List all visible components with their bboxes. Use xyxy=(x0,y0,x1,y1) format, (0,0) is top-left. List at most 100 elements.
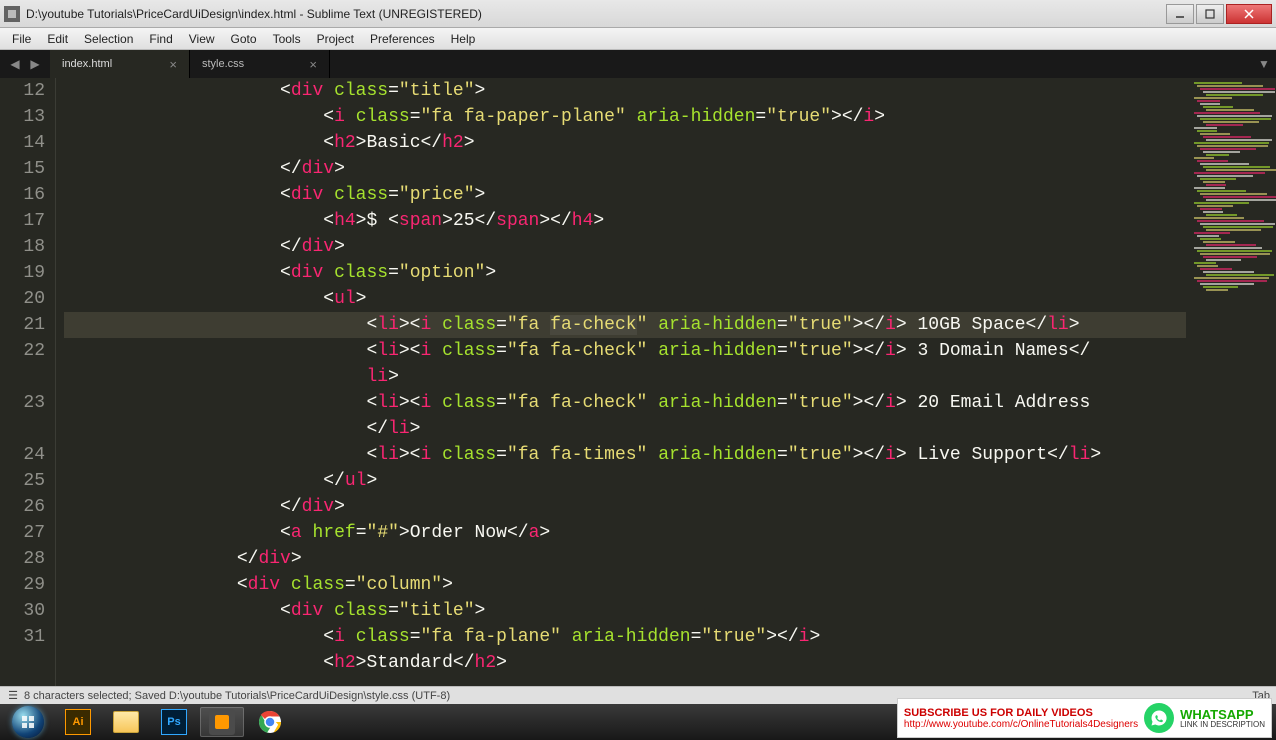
line-number: 22 xyxy=(0,338,45,364)
code-line: <div class="price"> xyxy=(64,182,1186,208)
line-number: 15 xyxy=(0,156,45,182)
minimap-line xyxy=(1206,244,1256,246)
code-line: <li><i class="fa fa-check" aria-hidden="… xyxy=(64,312,1186,338)
code-line: <a href="#">Order Now</a> xyxy=(64,520,1186,546)
minimap-line xyxy=(1194,97,1232,99)
code-line: <h4>$ <span>25</span></h4> xyxy=(64,208,1186,234)
minimap-line xyxy=(1194,157,1214,159)
minimap-line xyxy=(1200,238,1221,240)
minimap-line xyxy=(1206,124,1243,126)
line-number xyxy=(0,650,45,676)
minimap-line xyxy=(1194,217,1244,219)
tab-close-icon[interactable]: × xyxy=(289,57,317,72)
tab-label: style.css xyxy=(202,58,244,70)
menu-project[interactable]: Project xyxy=(309,30,362,48)
minimap-line xyxy=(1200,178,1236,180)
nav-forward-icon[interactable]: ▶ xyxy=(26,55,44,73)
taskbar-app-photoshop[interactable]: Ps xyxy=(152,707,196,737)
code-line: <div class="title"> xyxy=(64,598,1186,624)
tab-index-html[interactable]: index.html × xyxy=(50,50,190,78)
tab-overflow-icon[interactable]: ▼ xyxy=(1252,50,1276,78)
line-number: 17 xyxy=(0,208,45,234)
minimap-line xyxy=(1197,145,1268,147)
menu-selection[interactable]: Selection xyxy=(76,30,141,48)
menu-edit[interactable]: Edit xyxy=(39,30,76,48)
menu-goto[interactable]: Goto xyxy=(223,30,265,48)
line-number: 12 xyxy=(0,78,45,104)
status-icon: ☰ xyxy=(6,689,20,703)
minimap-line xyxy=(1203,226,1273,228)
line-number xyxy=(0,364,45,390)
close-button[interactable] xyxy=(1226,4,1272,24)
minimap-line xyxy=(1200,148,1256,150)
whatsapp-sub: LINK IN DESCRIPTION xyxy=(1180,721,1265,729)
menu-view[interactable]: View xyxy=(181,30,223,48)
whatsapp-title: WHATSAPP xyxy=(1180,708,1265,721)
promo-url: http://www.youtube.com/c/OnlineTutorials… xyxy=(904,719,1138,730)
line-number: 13 xyxy=(0,104,45,130)
minimap-line xyxy=(1203,91,1275,93)
minimap-line xyxy=(1203,121,1259,123)
menu-file[interactable]: File xyxy=(4,30,39,48)
code-line: </div> xyxy=(64,546,1186,572)
whatsapp-icon xyxy=(1144,703,1174,733)
code-line: li> xyxy=(64,364,1186,390)
line-number: 25 xyxy=(0,468,45,494)
minimap-line xyxy=(1194,82,1242,84)
minimap-line xyxy=(1206,109,1254,111)
minimap-line xyxy=(1203,106,1233,108)
taskbar-app-sublime[interactable] xyxy=(200,707,244,737)
menu-preferences[interactable]: Preferences xyxy=(362,30,443,48)
minimap-line xyxy=(1203,136,1251,138)
windows-orb-icon xyxy=(12,706,44,738)
code-line: <h2>Basic</h2> xyxy=(64,130,1186,156)
line-number: 24 xyxy=(0,442,45,468)
minimap-line xyxy=(1203,241,1235,243)
window-controls xyxy=(1164,4,1272,24)
minimap-line xyxy=(1197,190,1246,192)
minimap[interactable] xyxy=(1186,78,1276,686)
minimap-line xyxy=(1194,277,1269,279)
taskbar-app-illustrator[interactable]: Ai xyxy=(56,707,100,737)
minimap-line xyxy=(1200,133,1230,135)
code-line: <i class="fa fa-paper-plane" aria-hidden… xyxy=(64,104,1186,130)
app-icon xyxy=(4,6,20,22)
maximize-button[interactable] xyxy=(1196,4,1224,24)
promo-overlay: SUBSCRIBE US FOR DAILY VIDEOS http://www… xyxy=(897,698,1272,738)
minimap-line xyxy=(1200,118,1271,120)
minimap-line xyxy=(1206,274,1274,276)
minimap-line xyxy=(1194,232,1230,234)
minimap-line xyxy=(1194,142,1269,144)
minimap-line xyxy=(1203,181,1225,183)
minimap-line xyxy=(1206,169,1276,171)
minimap-line xyxy=(1206,139,1272,141)
minimap-line xyxy=(1200,223,1275,225)
code-line: <li><i class="fa fa-check" aria-hidden="… xyxy=(64,390,1186,416)
code-area[interactable]: <div class="title"> <i class="fa fa-pape… xyxy=(56,78,1186,686)
nav-back-icon[interactable]: ◀ xyxy=(6,55,24,73)
menu-help[interactable]: Help xyxy=(443,30,484,48)
window-title: D:\youtube Tutorials\PriceCardUiDesign\i… xyxy=(26,7,1164,21)
minimap-line xyxy=(1203,166,1270,168)
tab-style-css[interactable]: style.css × xyxy=(190,50,330,78)
start-button[interactable] xyxy=(4,705,52,739)
minimap-line xyxy=(1206,184,1226,186)
tab-nav: ◀ ▶ xyxy=(0,50,50,78)
tab-close-icon[interactable]: × xyxy=(149,57,177,72)
line-number: 23 xyxy=(0,390,45,416)
minimap-line xyxy=(1197,280,1267,282)
menu-tools[interactable]: Tools xyxy=(265,30,309,48)
taskbar-app-chrome[interactable] xyxy=(248,707,292,737)
code-line: </div> xyxy=(64,494,1186,520)
promo-headline: SUBSCRIBE US FOR DAILY VIDEOS xyxy=(904,707,1138,719)
taskbar-app-explorer[interactable] xyxy=(104,707,148,737)
minimize-button[interactable] xyxy=(1166,4,1194,24)
status-text: 8 characters selected; Saved D:\youtube … xyxy=(24,690,450,702)
code-line: <h2>Standard</h2> xyxy=(64,650,1186,664)
minimap-line xyxy=(1200,253,1270,255)
tab-label: index.html xyxy=(62,58,112,70)
line-number: 28 xyxy=(0,546,45,572)
menubar: FileEditSelectionFindViewGotoToolsProjec… xyxy=(0,28,1276,50)
taskbar: Ai Ps SUBSCRIBE US FOR DAILY VIDEOS http… xyxy=(0,704,1276,740)
menu-find[interactable]: Find xyxy=(141,30,180,48)
